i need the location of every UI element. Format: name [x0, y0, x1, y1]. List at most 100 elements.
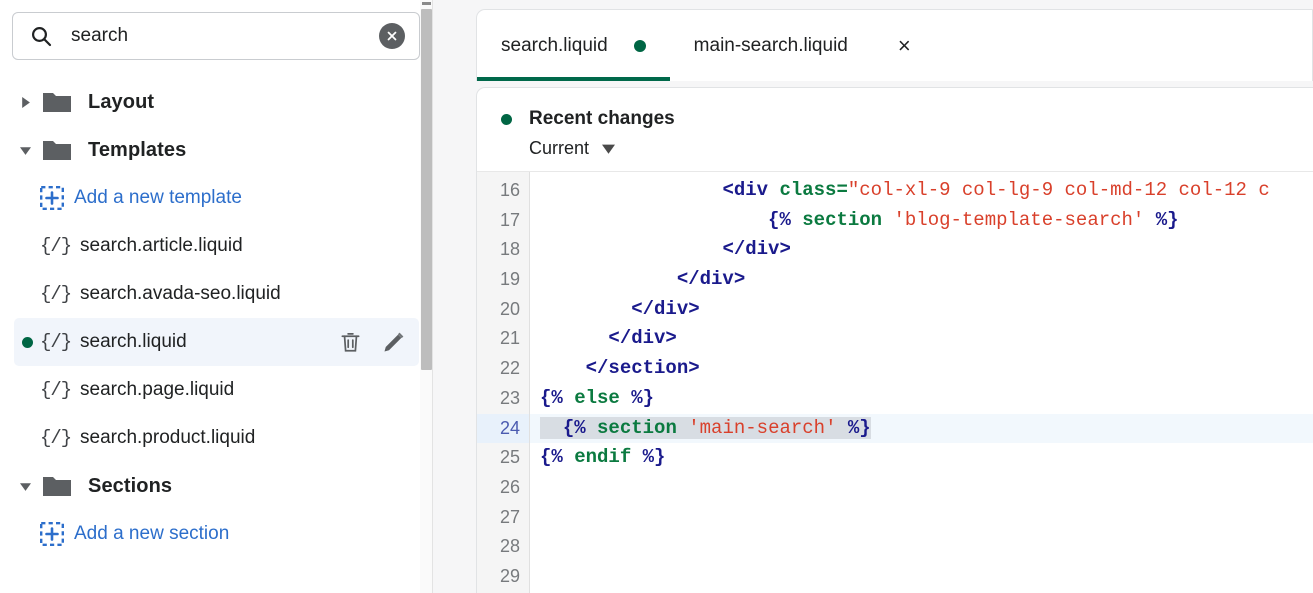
add-new-template-row[interactable]: Add a new template — [14, 174, 419, 222]
code-token: section — [802, 208, 894, 231]
add-new-section-label: Add a new section — [74, 523, 230, 544]
file-label: search.article.liquid — [80, 235, 243, 256]
code-editor[interactable]: 16 17 18 19 20 21 22 23 24 25 26 27 28 29 <div class=… — [477, 171, 1313, 593]
code-line[interactable] — [530, 532, 1313, 562]
recent-changes-dot-icon — [501, 113, 512, 125]
code-editor-window: Layout Templates — [0, 0, 1313, 593]
line-number: 22 — [499, 358, 520, 379]
line-number-gutter: 16 17 18 19 20 21 22 23 24 25 26 27 28 29 — [477, 172, 530, 593]
liquid-file-icon: {/} — [40, 379, 72, 401]
recent-changes-bar: Recent changes Current — [477, 88, 1313, 171]
code-line[interactable]: </section> — [530, 354, 1313, 384]
file-row[interactable]: {/} search.article.liquid — [14, 222, 419, 270]
search-icon — [29, 24, 53, 48]
tab-modified-dot-icon — [633, 39, 646, 52]
code-token: {% — [540, 446, 575, 469]
tab-search-liquid[interactable]: search.liquid — [477, 10, 670, 81]
code-line[interactable]: </div> — [530, 295, 1313, 325]
code-content[interactable]: <div class="col-xl-9 col-lg-9 col-md-12 … — [530, 172, 1313, 593]
line-number: 16 — [499, 180, 520, 200]
scroll-up-arrow-icon[interactable] — [422, 2, 431, 5]
file-row[interactable]: {/} search.product.liquid — [14, 414, 419, 462]
tree-folder-label: Templates — [88, 138, 187, 161]
code-line[interactable]: {% section 'main-search' %} — [530, 413, 1313, 444]
editor-pane: search.liquid main-search.liquid × Recen… — [433, 0, 1313, 593]
chevron-down-icon[interactable] — [14, 145, 36, 156]
delete-icon[interactable] — [339, 331, 362, 354]
add-box-icon — [40, 522, 65, 547]
code-line[interactable]: <div class="col-xl-9 col-lg-9 col-md-12 … — [530, 176, 1313, 206]
file-row[interactable]: {/} search.page.liquid — [14, 366, 419, 414]
version-label: Current — [529, 138, 590, 158]
search-input[interactable] — [53, 24, 379, 48]
tree-folder-sections[interactable]: Sections — [0, 462, 433, 510]
tab-label: search.liquid — [501, 34, 608, 56]
code-line[interactable]: </div> — [530, 324, 1313, 354]
tab-main-search-liquid[interactable]: main-search.liquid × — [670, 10, 935, 81]
modified-dot-icon — [22, 337, 33, 348]
code-token: else — [574, 386, 632, 409]
code-token: <div — [722, 179, 780, 201]
code-token: %} — [631, 386, 655, 409]
file-tree-sidebar: Layout Templates — [0, 0, 433, 593]
file-row-selected[interactable]: {/} search.liquid — [14, 318, 419, 366]
file-search-box[interactable] — [12, 12, 420, 60]
file-label: search.liquid — [80, 331, 187, 352]
add-new-template-label: Add a new template — [74, 187, 242, 208]
code-line[interactable]: {% else %} — [530, 384, 1313, 414]
tree-folder-templates[interactable]: Templates — [0, 126, 433, 174]
code-line[interactable]: {% section 'blog-template-search' %} — [530, 206, 1313, 236]
code-token: %} — [1155, 208, 1179, 231]
file-row[interactable]: {/} search.avada-seo.liquid — [14, 270, 419, 318]
code-token: %} — [642, 446, 666, 469]
code-token: {% — [540, 386, 575, 409]
tree-folder-layout[interactable]: Layout — [0, 78, 433, 126]
code-line[interactable] — [530, 562, 1313, 592]
line-number: 19 — [499, 269, 520, 290]
folder-icon — [42, 473, 72, 499]
sidebar-scrollbar-thumb[interactable] — [421, 9, 432, 370]
code-line[interactable]: </div> — [530, 265, 1313, 295]
add-new-section-row[interactable]: Add a new section — [14, 510, 419, 558]
recent-changes-title: Recent changes — [529, 108, 675, 129]
chevron-down-icon[interactable] — [14, 481, 36, 492]
code-line[interactable] — [530, 473, 1313, 503]
file-label: search.product.liquid — [80, 427, 256, 448]
code-token: class= — [779, 179, 848, 201]
code-line[interactable]: </div> — [530, 235, 1313, 265]
editor-card: Recent changes Current 16 17 18 19 20 21 22 23 2… — [476, 87, 1313, 593]
line-number: 20 — [499, 298, 520, 319]
liquid-file-icon: {/} — [40, 235, 72, 257]
line-number: 18 — [499, 239, 520, 260]
file-label: search.avada-seo.liquid — [80, 283, 281, 304]
clear-search-icon[interactable] — [379, 23, 405, 49]
code-token: "col-xl-9 col-lg-9 col-md-12 col-12 c — [847, 179, 1270, 201]
file-row-actions — [339, 318, 405, 366]
recent-changes-title-row: Recent changes — [501, 108, 1313, 130]
edit-icon[interactable] — [382, 331, 405, 354]
liquid-file-icon: {/} — [40, 331, 72, 353]
line-number: 21 — [499, 328, 520, 349]
code-line[interactable] — [530, 503, 1313, 533]
code-token: </div> — [722, 238, 791, 261]
tab-close-icon[interactable]: × — [874, 34, 911, 57]
code-token: </div> — [676, 268, 746, 291]
line-number: 28 — [499, 536, 520, 557]
chevron-down-icon[interactable] — [602, 142, 616, 155]
folder-icon — [42, 89, 72, 115]
code-line[interactable]: {% endif %} — [530, 443, 1313, 473]
liquid-file-icon: {/} — [40, 283, 72, 305]
tab-label: main-search.liquid — [693, 34, 848, 56]
chevron-right-icon[interactable] — [14, 96, 36, 108]
version-selector[interactable]: Current — [529, 138, 1313, 159]
line-number: 27 — [499, 506, 520, 527]
code-token: 'blog-template-search' — [893, 208, 1156, 231]
code-token: endif — [574, 446, 643, 469]
code-token: {% — [768, 208, 803, 231]
code-token: </div> — [631, 297, 700, 320]
